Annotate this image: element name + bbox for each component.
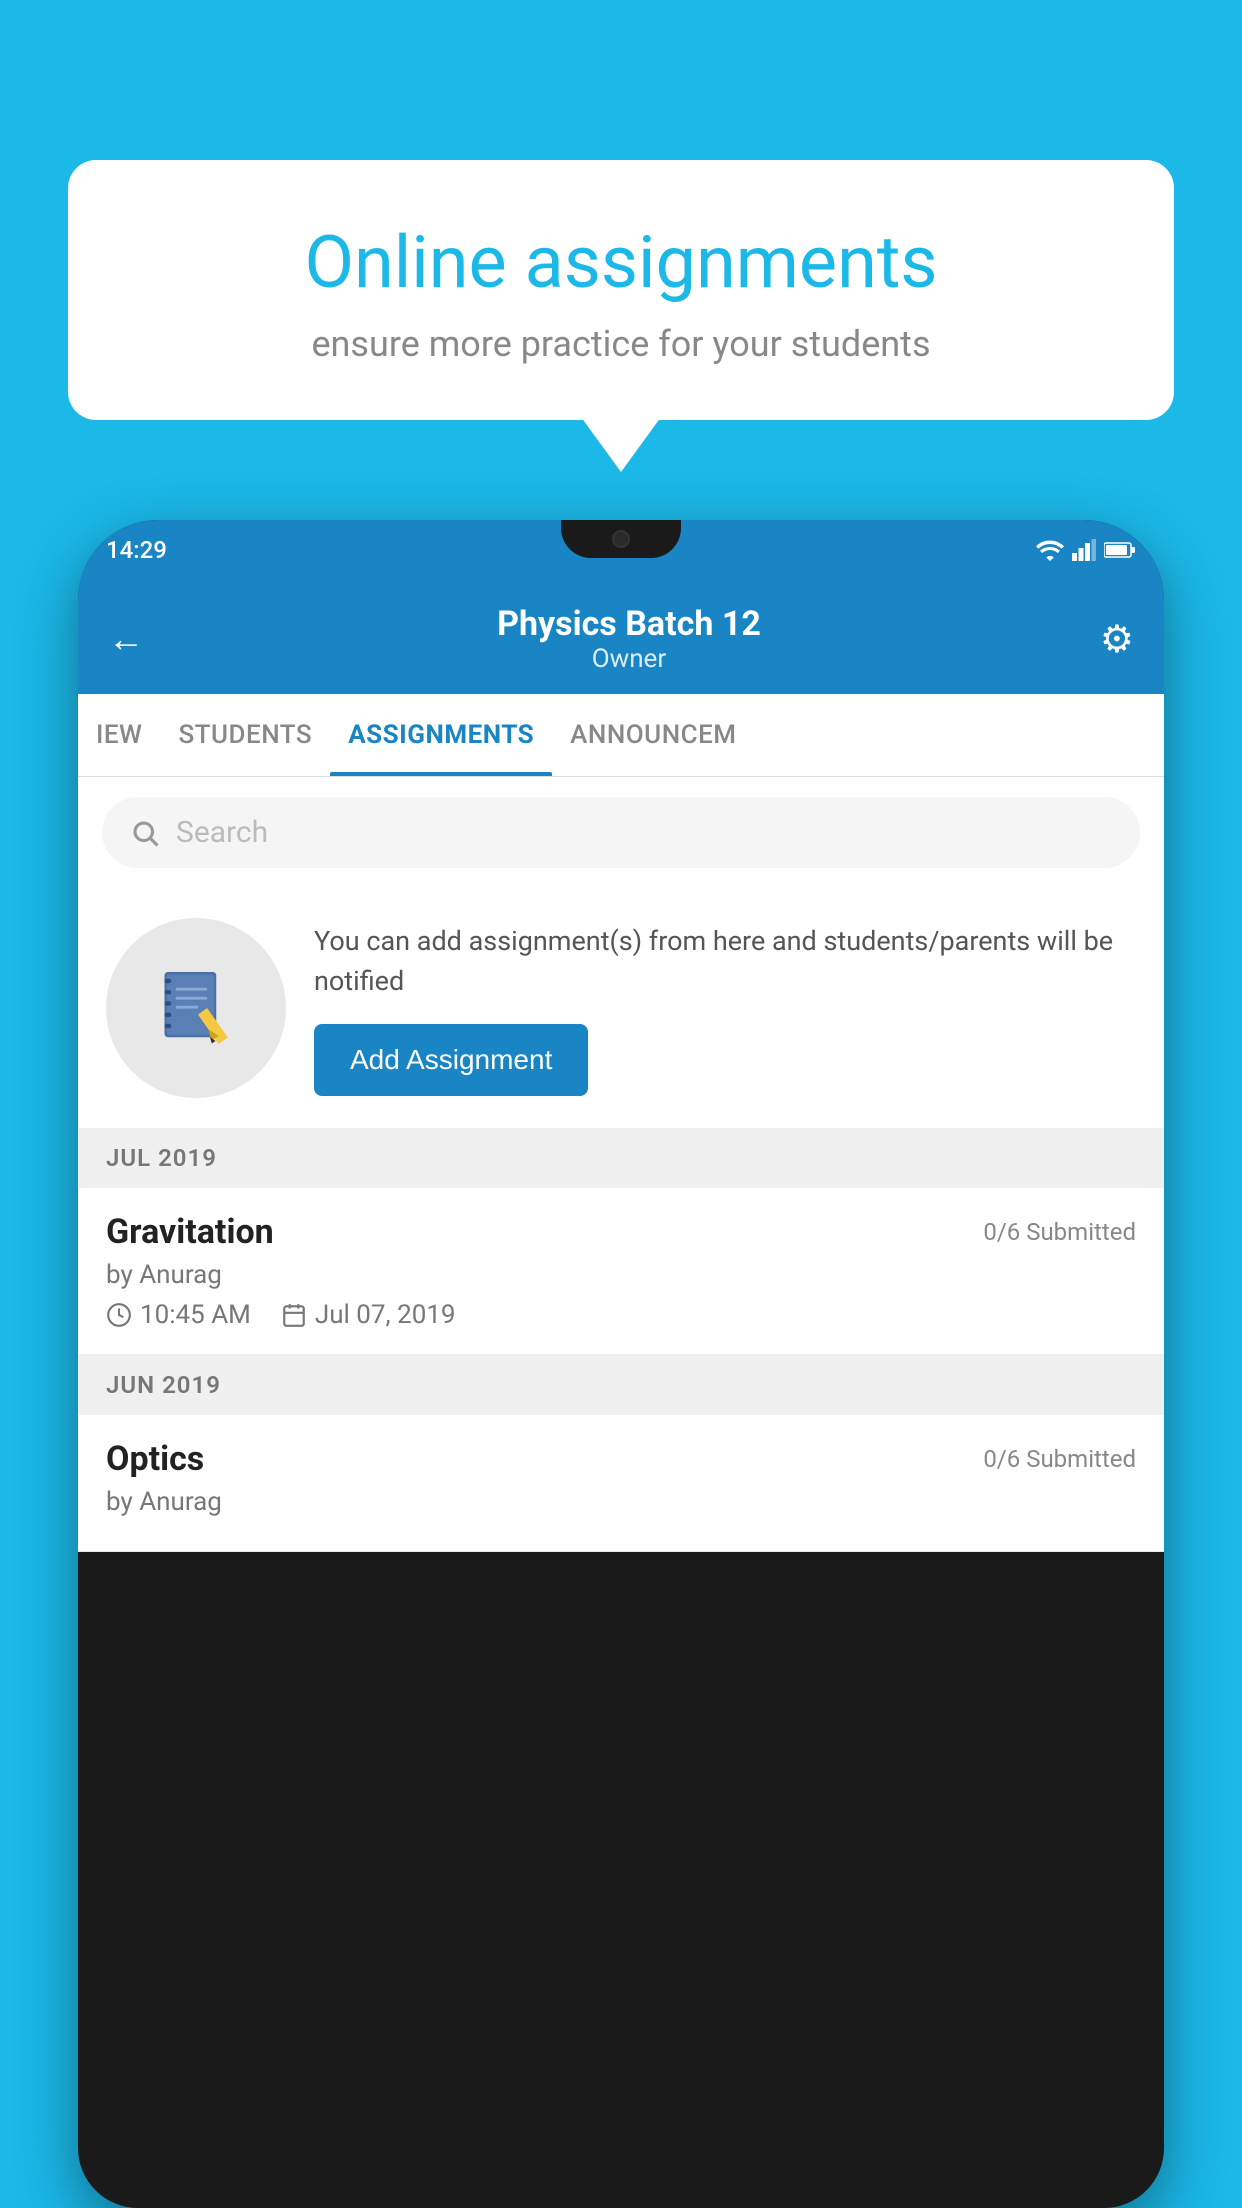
assignment-item-optics[interactable]: Optics 0/6 Submitted by Anurag [78, 1415, 1164, 1552]
add-assignment-button[interactable]: Add Assignment [314, 1024, 588, 1096]
promo-text: You can add assignment(s) from here and … [314, 921, 1136, 1002]
search-container: Search [78, 777, 1164, 888]
tab-students[interactable]: STUDENTS [160, 694, 330, 776]
search-icon [130, 818, 160, 848]
notch [561, 520, 681, 558]
app-bar-subtitle: Owner [497, 644, 761, 674]
assignment-item[interactable]: Gravitation 0/6 Submitted by Anurag 10:4… [78, 1188, 1164, 1355]
calendar-icon [281, 1302, 307, 1328]
tabs-container: IEW STUDENTS ASSIGNMENTS ANNOUNCEM [78, 694, 1164, 777]
settings-button[interactable]: ⚙ [1100, 617, 1134, 662]
tab-iew[interactable]: IEW [78, 694, 160, 776]
promo-icon-circle [106, 918, 286, 1098]
assignment-name-optics: Optics [106, 1439, 204, 1479]
tab-assignments[interactable]: ASSIGNMENTS [330, 694, 552, 776]
app-bar-title-group: Physics Batch 12 Owner [497, 604, 761, 674]
promo-content: You can add assignment(s) from here and … [314, 921, 1136, 1096]
section-header-jul: JUL 2019 [78, 1128, 1164, 1188]
assignment-row-top: Gravitation 0/6 Submitted [106, 1212, 1136, 1252]
promo-section: You can add assignment(s) from here and … [78, 888, 1164, 1128]
phone-frame: 14:29 [78, 520, 1164, 2208]
bubble-title: Online assignments [128, 220, 1114, 305]
speech-bubble: Online assignments ensure more practice … [68, 160, 1174, 420]
tab-announcements[interactable]: ANNOUNCEM [552, 694, 754, 776]
assignment-date: Jul 07, 2019 [281, 1300, 456, 1330]
assignment-by: by Anurag [106, 1260, 1136, 1290]
camera-dot [612, 530, 630, 548]
app-bar-title: Physics Batch 12 [497, 604, 761, 644]
bubble-subtitle: ensure more practice for your students [128, 323, 1114, 365]
assignment-name: Gravitation [106, 1212, 274, 1252]
search-placeholder: Search [176, 815, 268, 850]
assignment-by-optics: by Anurag [106, 1487, 1136, 1517]
section-header-jun: JUN 2019 [78, 1355, 1164, 1415]
battery-icon [1104, 541, 1136, 559]
status-icons [1036, 539, 1136, 561]
speech-bubble-container: Online assignments ensure more practice … [68, 160, 1174, 420]
assignment-meta: 10:45 AM Jul 07, 2019 [106, 1300, 1136, 1330]
clock-icon [106, 1302, 132, 1328]
phone-screen: Search [78, 777, 1164, 1552]
signal-icon [1072, 539, 1096, 561]
status-bar: 14:29 [78, 520, 1164, 580]
assignment-submitted-optics: 0/6 Submitted [983, 1445, 1136, 1473]
notebook-icon [151, 963, 241, 1053]
app-bar: ← Physics Batch 12 Owner ⚙ [78, 580, 1164, 694]
status-time: 14:29 [106, 536, 167, 564]
assignment-time: 10:45 AM [106, 1300, 251, 1330]
wifi-icon [1036, 539, 1064, 561]
assignment-row-top-optics: Optics 0/6 Submitted [106, 1439, 1136, 1479]
search-bar[interactable]: Search [102, 797, 1140, 868]
assignment-submitted: 0/6 Submitted [983, 1218, 1136, 1246]
back-button[interactable]: ← [108, 618, 158, 660]
